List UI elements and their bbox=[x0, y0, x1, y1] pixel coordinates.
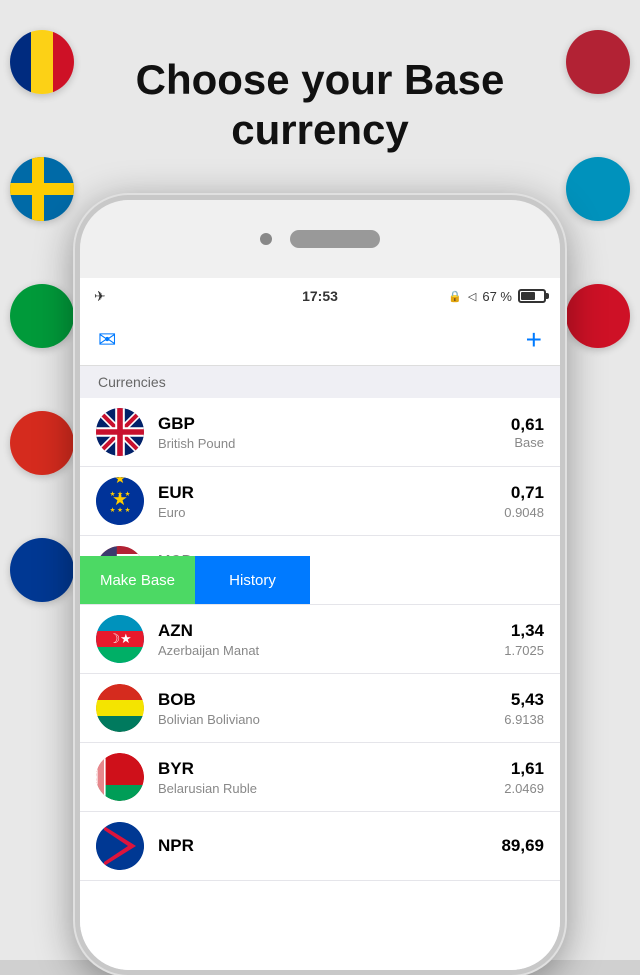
history-button[interactable]: History bbox=[195, 556, 310, 604]
gbp-main-value: 0,61 bbox=[511, 415, 544, 435]
currency-row-byr[interactable]: BYR Belarusian Ruble 1,61 2.0469 bbox=[80, 743, 560, 812]
currency-info-byr: BYR Belarusian Ruble bbox=[158, 759, 504, 796]
currency-info-azn: AZN Azerbaijan Manat bbox=[158, 621, 504, 658]
nav-bar: ✉ + bbox=[80, 314, 560, 366]
flag-azn: ☽★ bbox=[96, 615, 144, 663]
airplane-icon: ✈ bbox=[94, 288, 106, 305]
currency-values-gbp: 0,61 Base bbox=[511, 415, 544, 450]
currency-values-eur: 0,71 0.9048 bbox=[504, 483, 544, 520]
bob-sub-value: 6.9138 bbox=[504, 712, 544, 727]
phone-frame: ✈ 17:53 🔒 ◁ 67 % ✉ + Currencies bbox=[75, 195, 565, 975]
currency-name-azn: Azerbaijan Manat bbox=[158, 643, 504, 658]
currency-row-azn[interactable]: ☽★ AZN Azerbaijan Manat 1,34 1.7025 bbox=[80, 605, 560, 674]
make-base-button[interactable]: Make Base bbox=[80, 556, 195, 604]
currency-name-eur: Euro bbox=[158, 505, 504, 520]
flag-gbp bbox=[96, 408, 144, 456]
currency-info-bob: BOB Bolivian Boliviano bbox=[158, 690, 504, 727]
currency-values-byr: 1,61 2.0469 bbox=[504, 759, 544, 796]
mail-icon[interactable]: ✉ bbox=[98, 327, 116, 353]
currency-row-eur[interactable]: ★ ★ ★ ★ ★ ★ ★ EUR Euro 0,71 0.9048 bbox=[80, 467, 560, 536]
byr-main-value: 1,61 bbox=[504, 759, 544, 779]
gbp-base-label: Base bbox=[511, 435, 544, 450]
phone-screen: ✈ 17:53 🔒 ◁ 67 % ✉ + Currencies bbox=[80, 278, 560, 970]
flag-bob bbox=[96, 684, 144, 732]
currency-row-bob[interactable]: BOB Bolivian Boliviano 5,43 6.9138 bbox=[80, 674, 560, 743]
svg-text:☽★: ☽★ bbox=[109, 631, 132, 646]
azn-sub-value: 1.7025 bbox=[504, 643, 544, 658]
status-left: ✈ bbox=[94, 288, 106, 305]
currency-code-npr: NPR bbox=[158, 836, 501, 856]
status-time: 17:53 bbox=[302, 288, 338, 304]
speaker-grille bbox=[290, 230, 380, 248]
currency-values-azn: 1,34 1.7025 bbox=[504, 621, 544, 658]
currency-info-npr: NPR bbox=[158, 836, 501, 856]
currency-info-eur: EUR Euro bbox=[158, 483, 504, 520]
svg-text:★ ★ ★: ★ ★ ★ bbox=[110, 507, 131, 514]
bob-main-value: 5,43 bbox=[504, 690, 544, 710]
camera-dot bbox=[260, 233, 272, 245]
currency-name-gbp: British Pound bbox=[158, 436, 511, 451]
currency-row-gbp[interactable]: GBP British Pound 0,61 Base bbox=[80, 398, 560, 467]
currency-code-gbp: GBP bbox=[158, 414, 511, 434]
currency-values-bob: 5,43 6.9138 bbox=[504, 690, 544, 727]
npr-main-value: 89,69 bbox=[501, 836, 544, 856]
status-right: 🔒 ◁ 67 % bbox=[448, 289, 546, 304]
add-button[interactable]: + bbox=[526, 324, 542, 356]
status-bar: ✈ 17:53 🔒 ◁ 67 % bbox=[80, 278, 560, 314]
currency-row-usd[interactable]: ★★★ ★★ USD US Dollar Make Base History bbox=[80, 536, 560, 605]
section-label: Currencies bbox=[98, 374, 166, 390]
currency-code-byr: BYR bbox=[158, 759, 504, 779]
flag-eur: ★ ★ ★ ★ ★ ★ ★ bbox=[96, 477, 144, 525]
currency-code-bob: BOB bbox=[158, 690, 504, 710]
eur-main-value: 0,71 bbox=[504, 483, 544, 503]
battery-icon bbox=[518, 289, 546, 303]
phone-top-bar bbox=[80, 200, 560, 278]
currency-info-gbp: GBP British Pound bbox=[158, 414, 511, 451]
lock-icon: 🔒 bbox=[448, 290, 462, 303]
battery-fill bbox=[521, 292, 535, 300]
flag-npr bbox=[96, 822, 144, 870]
currency-code-azn: AZN bbox=[158, 621, 504, 641]
context-menu: Make Base History bbox=[80, 556, 310, 604]
location-icon: ◁ bbox=[468, 290, 476, 303]
currency-name-byr: Belarusian Ruble bbox=[158, 781, 504, 796]
flag-byr bbox=[96, 753, 144, 801]
eur-sub-value: 0.9048 bbox=[504, 505, 544, 520]
svg-text:★ ★ ★: ★ ★ ★ bbox=[110, 491, 131, 498]
currency-values-npr: 89,69 bbox=[501, 836, 544, 856]
azn-main-value: 1,34 bbox=[504, 621, 544, 641]
currency-row-npr[interactable]: NPR 89,69 bbox=[80, 812, 560, 881]
section-header: Currencies bbox=[80, 366, 560, 398]
battery-percent: 67 % bbox=[482, 289, 512, 304]
byr-sub-value: 2.0469 bbox=[504, 781, 544, 796]
currency-list[interactable]: GBP British Pound 0,61 Base bbox=[80, 398, 560, 970]
currency-name-bob: Bolivian Boliviano bbox=[158, 712, 504, 727]
currency-code-eur: EUR bbox=[158, 483, 504, 503]
